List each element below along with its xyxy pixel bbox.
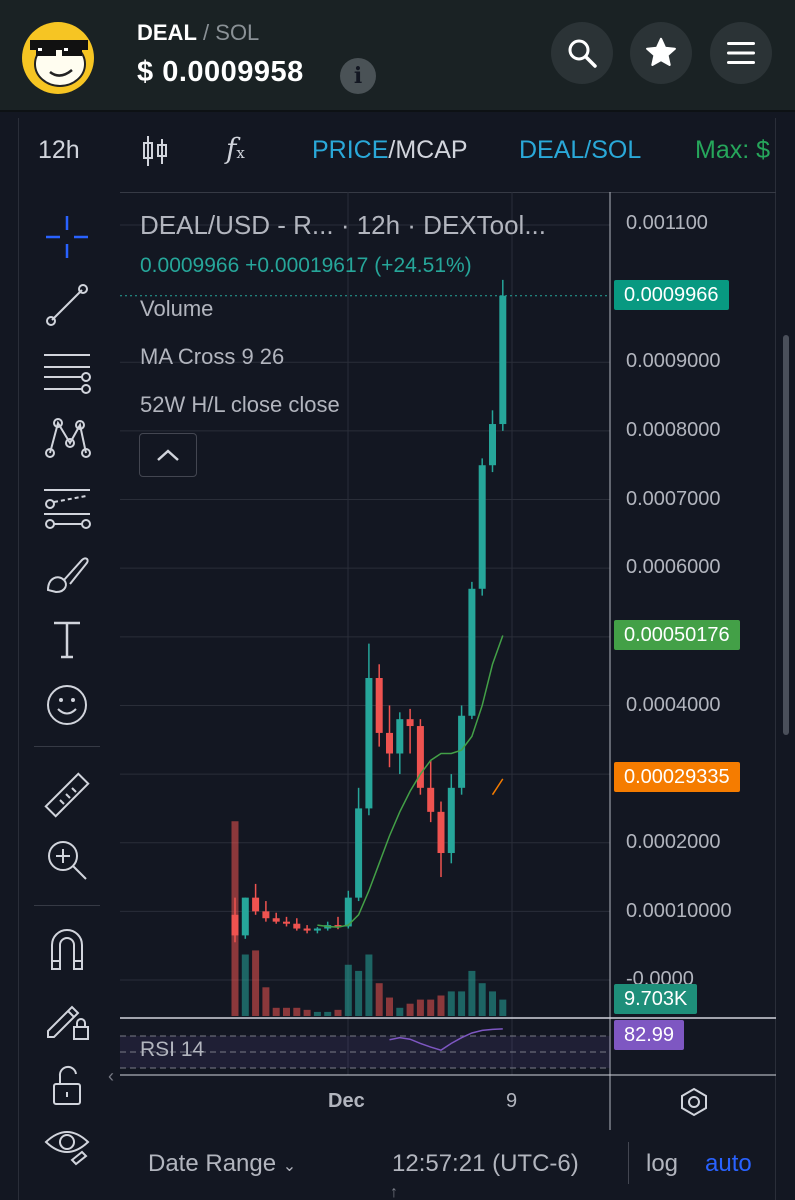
star-icon — [646, 37, 676, 66]
tools-divider-2 — [34, 905, 100, 906]
ma-fast-tag: 0.00050176 — [614, 620, 740, 650]
auto-toggle[interactable]: auto — [705, 1150, 752, 1178]
price-tick: 0.0008000 — [626, 419, 721, 441]
token-price: $ 0.0009958 — [137, 56, 304, 89]
expand-tools-icon[interactable]: ‹ — [108, 1066, 114, 1087]
app-header: DEAL / SOL $ 0.0009958 i — [0, 0, 795, 112]
menu-icon — [727, 42, 755, 64]
price-tick: 0.0006000 — [626, 556, 721, 578]
base-symbol: DEAL — [137, 20, 197, 45]
emoji-icon[interactable] — [42, 680, 92, 730]
brush-icon[interactable] — [42, 550, 92, 600]
ma-slow-tag: 0.00029335 — [614, 762, 740, 792]
pair-quote-toggle[interactable]: DEAL/SOL — [519, 136, 641, 165]
max-label[interactable]: Max: $ — [695, 136, 770, 165]
magnet-icon[interactable] — [42, 925, 92, 975]
ruler-icon[interactable] — [42, 770, 92, 820]
legend-last: 0.0009966 — [140, 254, 240, 277]
toolbar-divider — [120, 192, 776, 193]
time-label-9: 9 — [506, 1090, 518, 1112]
pair-separator: / — [203, 20, 210, 45]
trend-line-icon[interactable] — [42, 280, 92, 330]
bottom-divider — [628, 1142, 629, 1184]
token-logo[interactable] — [22, 22, 94, 94]
mcap-option[interactable]: MCAP — [395, 136, 467, 164]
prediction-icon[interactable] — [42, 482, 92, 532]
last-price-tag: 0.0009966 — [614, 280, 729, 310]
lock-drawing-icon[interactable] — [42, 995, 92, 1045]
price-tick: 0.00010000 — [626, 900, 732, 922]
date-range-button[interactable]: Date Range ⌄ — [148, 1150, 296, 1178]
arrow-up-icon[interactable]: ↑ — [390, 1184, 398, 1200]
indicator-52w[interactable]: 52W H/L close close — [140, 392, 340, 418]
price-tick: 0.0004000 — [626, 694, 721, 716]
text-icon[interactable] — [42, 615, 92, 665]
legend-change: +0.00019617 — [245, 254, 369, 277]
chart-toolbar: 12h fx PRICE/MCAP DEAL/SOL Max: $ — [18, 122, 776, 182]
legend-change-pct: (+24.51%) — [374, 254, 472, 277]
fib-retracement-icon[interactable] — [42, 347, 92, 397]
crosshair-icon[interactable] — [42, 212, 92, 262]
currency-sign: $ — [137, 56, 154, 88]
search-button[interactable] — [551, 22, 613, 84]
indicators-icon[interactable]: fx — [226, 132, 245, 165]
bottom-bar: Date Range ⌄ 12:57:21 (UTC-6) log auto ↑ — [18, 1130, 776, 1200]
page-scrollbar[interactable] — [783, 335, 789, 735]
candles-icon[interactable] — [140, 134, 170, 175]
indicator-ma-cross[interactable]: MA Cross 9 26 — [140, 344, 284, 370]
lock-icon[interactable] — [42, 1060, 92, 1110]
chevron-up-icon — [157, 449, 179, 461]
chevron-down-icon: ⌄ — [282, 1158, 297, 1175]
chart-settings-icon[interactable] — [678, 1086, 710, 1123]
price-tick: 0.0007000 — [626, 488, 721, 510]
time-label-dec: Dec — [328, 1090, 365, 1112]
rsi-tag: 82.99 — [614, 1020, 685, 1050]
interval-selector[interactable]: 12h — [38, 136, 80, 165]
price-mcap-toggle[interactable]: PRICE/MCAP — [312, 136, 468, 165]
pattern-icon[interactable] — [42, 413, 92, 463]
clock-time[interactable]: 12:57:21 (UTC-6) — [392, 1150, 579, 1178]
rsi-label: RSI 14 — [140, 1038, 205, 1061]
price-tick: 0.0002000 — [626, 831, 721, 853]
info-icon[interactable]: i — [340, 58, 376, 94]
price-tick: 0.0009000 — [626, 350, 721, 372]
indicator-volume[interactable]: Volume — [140, 296, 213, 322]
legend-title: DEAL/USD - R... · 12h · DEXTool... — [140, 210, 547, 240]
volume-tag: 9.703K — [614, 984, 698, 1014]
price-value: 0.0009958 — [162, 56, 304, 88]
zoom-in-icon[interactable] — [42, 835, 92, 885]
legend-values: 0.0009966 +0.00019617 (+24.51%) — [140, 254, 472, 278]
quote-symbol: SOL — [215, 20, 260, 45]
date-range-label: Date Range — [148, 1150, 277, 1177]
tools-divider — [34, 746, 100, 747]
log-toggle[interactable]: log — [646, 1150, 678, 1178]
menu-button[interactable] — [710, 22, 772, 84]
price-tick: 0.001100 — [626, 212, 708, 234]
price-option[interactable]: PRICE — [312, 136, 388, 164]
favorite-button[interactable] — [630, 22, 692, 84]
pair-title: DEAL / SOL — [137, 20, 259, 46]
collapse-legend-button[interactable] — [139, 433, 197, 477]
search-icon — [568, 39, 597, 68]
